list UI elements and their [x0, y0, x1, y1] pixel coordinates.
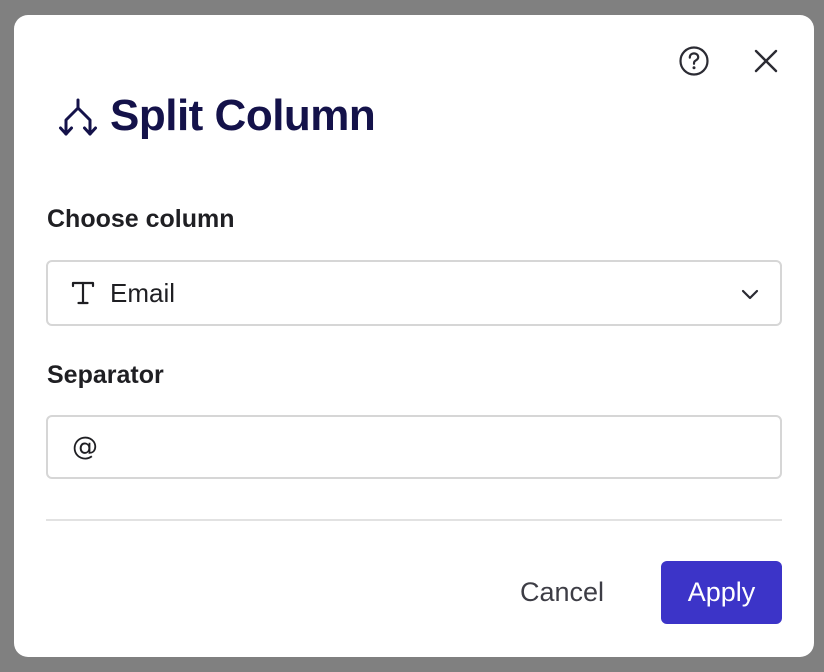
text-type-icon [68, 278, 98, 308]
footer-divider [46, 519, 782, 521]
apply-button[interactable]: Apply [661, 561, 782, 624]
help-circle-icon [678, 45, 710, 80]
column-select-value: Email [110, 277, 176, 308]
close-button[interactable] [750, 46, 782, 78]
dialog-header: Split Column [56, 87, 376, 145]
column-select[interactable]: Email [46, 260, 782, 326]
separator-label: Separator [47, 361, 164, 389]
split-arrows-icon [56, 94, 100, 138]
choose-column-label: Choose column [47, 205, 235, 233]
close-icon [752, 47, 780, 78]
help-button[interactable] [678, 45, 710, 80]
separator-input[interactable] [46, 415, 782, 479]
chevron-down-icon [738, 282, 762, 306]
split-column-dialog: Split Column Choose column Email Separat… [14, 15, 814, 657]
dialog-title: Split Column [110, 91, 376, 140]
cancel-button[interactable]: Cancel [502, 561, 622, 623]
